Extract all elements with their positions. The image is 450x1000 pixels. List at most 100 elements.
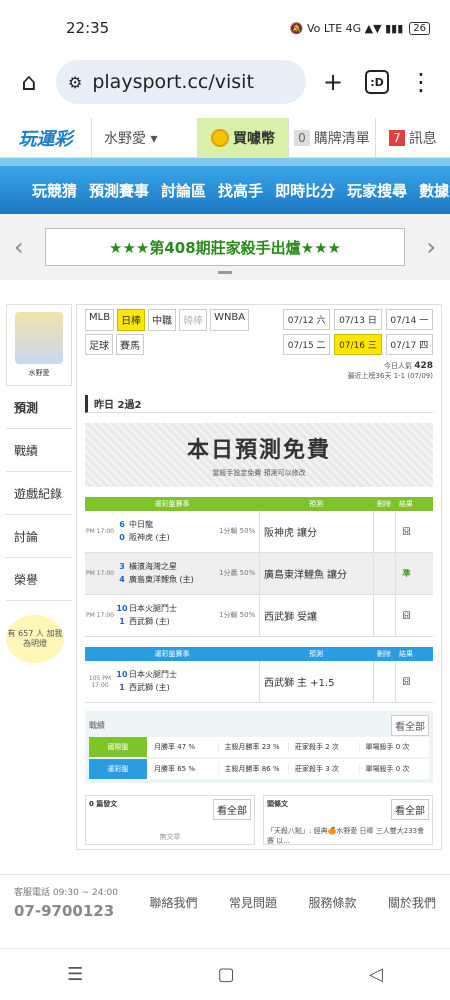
posts-more-button[interactable]: 看全部	[213, 799, 251, 820]
delete-cell[interactable]	[373, 553, 395, 594]
stats-cell: 莊家殺手 3 次	[288, 764, 359, 774]
overflow-menu-icon[interactable]: ⋮	[404, 65, 438, 99]
team-home: 阪神虎 (主)	[129, 532, 170, 542]
sidebar-item-history[interactable]: 遊戲紀錄	[6, 472, 72, 515]
stats-rows: 國際盤 月勝率 47 % 主殺月勝率 23 % 莊家殺手 2 次單場殺手 0 次運彩盤…	[89, 737, 429, 779]
bulb-followers[interactable]: 有 657 人 加我為明燈	[6, 615, 64, 663]
new-tab-icon[interactable]: +	[316, 65, 350, 99]
footer-link-terms[interactable]: 服務條款	[308, 894, 356, 911]
site-settings-icon[interactable]: ⚙	[68, 73, 82, 92]
date-chip[interactable]: 07/16 三	[334, 334, 382, 355]
prediction-panel: MLB 日棒 中職 韓棒 WNBA 足球 賽馬 07/12 六 07/13 日 07/14 一0…	[76, 304, 442, 850]
sport-chip[interactable]: 中職	[148, 309, 177, 331]
headline-title: 頭條文	[267, 800, 288, 808]
footer-link-contact[interactable]: 聯絡我們	[149, 894, 197, 911]
banner[interactable]: ★★★第408期莊家殺手出爐★★★	[45, 228, 405, 266]
sport-chip[interactable]: MLB	[85, 309, 115, 331]
sport-filter: MLB 日棒 中職 韓棒 WNBA 足球 賽馬	[85, 309, 255, 355]
game-teams: 中日龍 阪神虎 (主)	[129, 519, 219, 545]
footer-link-faq[interactable]: 常見問題	[229, 894, 277, 911]
table-row: PM 17:00 6 0 中日龍 阪神虎 (主) 1分輸 50% 阪神虎 讓分囧	[85, 511, 433, 553]
sidebar-item-record[interactable]: 戰績	[6, 429, 72, 472]
headline-more-button[interactable]: 看全部	[391, 799, 429, 820]
home-nav-icon[interactable]: ▢	[218, 964, 235, 985]
game-pick: 阪神虎 讓分	[259, 511, 373, 552]
nav-item-livescore[interactable]: 即時比分	[275, 180, 335, 201]
carousel-prev-icon[interactable]: ‹	[14, 233, 24, 261]
sport-chip[interactable]: 足球	[85, 333, 113, 355]
result-badge: 囧	[395, 595, 417, 636]
home-icon[interactable]: ⌂	[12, 65, 46, 99]
game-score: 34	[115, 561, 129, 587]
bottom-boxes: 0 篇發文 看全部 無文章 頭條文 看全部 「天殺八點」: 經典🍊水野愛 日棒 …	[85, 795, 433, 845]
stats-cell: 主殺月勝率 86 %	[217, 764, 289, 774]
nav-item-data[interactable]: 數據	[419, 180, 449, 201]
sport-chip[interactable]: 賽馬	[116, 333, 144, 355]
browser-toolbar: ⌂ ⚙ playsport.cc/visit + :D ⋮	[0, 56, 450, 108]
free-banner: 本日預測免費 當殺手設定免費 預測可以修改	[85, 423, 433, 487]
nav-item-search[interactable]: 玩家搜尋	[347, 180, 407, 201]
battery-icon: 26	[409, 21, 430, 35]
footer: 客服電話 09:30 ~ 24:00 07-9700123 聯絡我們 常見問題 …	[0, 874, 450, 930]
sidebar-item-discuss[interactable]: 討論	[6, 515, 72, 558]
nav-item-predict[interactable]: 預測賽事	[89, 180, 149, 201]
pick-team: 西武獅	[264, 612, 294, 623]
headline-box: 頭條文 看全部 「天殺八點」: 經典🍊水野愛 日棒 三人雙大233會賽 以...	[263, 795, 433, 845]
game-teams: 橫濱海灣之星 廣島東洋鯉魚 (主)	[129, 561, 219, 587]
nav-item-experts[interactable]: 找高手	[218, 180, 263, 201]
pick-note: 讓分	[327, 570, 347, 581]
score-away: 10	[116, 669, 128, 679]
cart-count: 0	[294, 129, 310, 146]
footer-link-about[interactable]: 關於我們	[388, 894, 436, 911]
stats-row: 運彩盤 月勝率 65 % 主殺月勝率 86 % 莊家殺手 3 次單場殺手 0 次	[89, 759, 429, 779]
stats-more-button[interactable]: 看全部	[391, 714, 429, 736]
table2-h2: 預測	[309, 650, 323, 658]
site-logo[interactable]: 玩運彩	[0, 117, 92, 158]
stats-cell: 月勝率 65 %	[147, 764, 218, 774]
table2-h1: 運彩盤賽事	[154, 650, 190, 658]
stats-row: 國際盤 月勝率 47 % 主殺月勝率 23 % 莊家殺手 2 次單場殺手 0 次	[89, 737, 429, 757]
table1-body: PM 17:00 6 0 中日龍 阪神虎 (主) 1分輸 50% 阪神虎 讓分囧 PM 17:0…	[85, 511, 433, 637]
table-row: PM 17:00 10 1 日本火腿鬥士 西武獅 (主) 1分輸 50% 西武獅 受讓囧	[85, 595, 433, 637]
buy-coins-button[interactable]: 買噱幣	[198, 117, 288, 158]
game-time: 105 PM 17:00	[88, 674, 112, 689]
team-away: 日本火腿鬥士	[129, 603, 177, 613]
back-icon[interactable]: ◁	[369, 964, 383, 985]
nav-item-forum[interactable]: 討論區	[161, 180, 206, 201]
odds-1: 1分輸 50%	[219, 610, 256, 619]
headline-body[interactable]: 「天殺八點」: 經典🍊水野愛 日棒 三人雙大233會賽 以...	[267, 826, 429, 846]
phone-label: 客服電話 09:30 ~ 24:00	[14, 888, 118, 898]
profile-sidebar: 水野愛 預測 戰績 遊戲紀錄 討論 榮譽 有 657 人 加我為明燈	[6, 304, 72, 850]
delete-cell[interactable]	[373, 595, 395, 636]
user-dropdown[interactable]: 水野愛 ▾	[92, 117, 198, 158]
sidebar-item-predict[interactable]: 預測	[6, 386, 72, 429]
delete-cell[interactable]	[373, 511, 395, 552]
nav-item-play[interactable]: 玩競猜	[32, 180, 77, 201]
date-chip[interactable]: 07/15 二	[283, 334, 331, 355]
address-bar[interactable]: ⚙ playsport.cc/visit	[56, 60, 306, 104]
result-badge: 準	[395, 553, 417, 594]
delete-cell[interactable]	[373, 661, 395, 702]
sport-chip[interactable]: 韓棒	[179, 309, 208, 331]
phone-number[interactable]: 07-9700123	[14, 902, 118, 920]
date-chip[interactable]: 07/13 日	[334, 309, 382, 330]
sport-chip[interactable]: WNBA	[210, 309, 250, 331]
table-row: PM 17:00 3 4 橫濱海灣之星 廣島東洋鯉魚 (主) 1分贏 50% 廣島東洋鯉魚讓…	[85, 553, 433, 595]
score-home: 4	[119, 574, 125, 584]
messages-button[interactable]: 7 訊息	[376, 128, 450, 148]
team-away: 日本火腿鬥士	[129, 669, 177, 679]
score-home: 1	[119, 682, 125, 692]
game-score: 10 1	[115, 603, 129, 629]
avatar[interactable]: 水野愛	[6, 304, 72, 386]
recents-icon[interactable]: ☰	[67, 964, 83, 985]
game-time: PM 17:00	[86, 570, 114, 577]
tab-switcher-button[interactable]: :D	[360, 65, 394, 99]
date-chip[interactable]: 07/17 四	[385, 334, 433, 355]
date-chip[interactable]: 07/14 一	[385, 309, 433, 330]
sport-chip[interactable]: 日棒	[117, 309, 146, 331]
sidebar-item-honor[interactable]: 榮譽	[6, 558, 72, 601]
date-chip[interactable]: 07/12 六	[283, 309, 331, 330]
cart-button[interactable]: 0 購牌清單	[288, 117, 376, 158]
popularity: 今日人氣 428 最近上榜36天 1-1 (07/09)	[85, 361, 433, 381]
carousel-next-icon[interactable]: ›	[426, 233, 436, 261]
